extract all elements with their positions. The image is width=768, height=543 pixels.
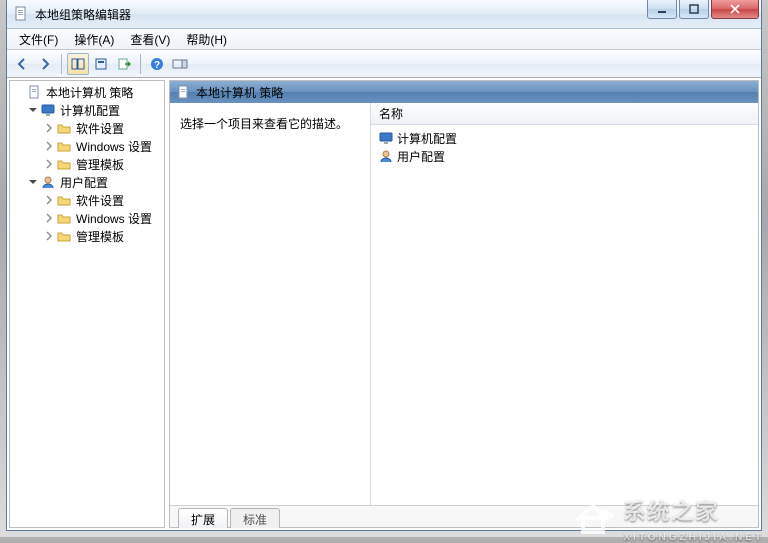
list-item-label: 用户配置 [397, 148, 445, 165]
tab-standard[interactable]: 标准 [230, 508, 280, 528]
action-pane-icon [172, 57, 188, 71]
tree-item[interactable]: 管理模板 [42, 155, 164, 173]
show-hide-tree-icon [71, 57, 85, 71]
tree-node-label: Windows 设置 [74, 210, 154, 227]
tree-node-label: 用户配置 [58, 174, 110, 191]
titlebar: 本地组策略编辑器 [7, 0, 761, 29]
tree-node-label: 软件设置 [74, 192, 126, 209]
toolbar-separator [140, 54, 141, 74]
content-panel: 本地计算机 策略 选择一个项目来查看它的描述。 名称 [169, 80, 759, 528]
arrow-left-icon [15, 57, 29, 71]
toolbar-separator [61, 54, 62, 74]
tree-item[interactable]: 软件设置 [42, 191, 164, 209]
tab-label: 扩展 [191, 511, 215, 528]
properties-icon [94, 57, 108, 71]
document-icon [26, 85, 42, 99]
list-column: 名称 计算机配置 [370, 103, 758, 505]
show-hide-tree-button[interactable] [67, 53, 89, 75]
tree-root-node[interactable]: 本地计算机 策略 [10, 83, 164, 245]
close-button[interactable] [711, 0, 759, 19]
svg-text:?: ? [154, 60, 160, 71]
tree-node-label: 管理模板 [74, 156, 126, 173]
tree-item[interactable]: Windows 设置 [42, 137, 164, 155]
arrow-right-icon [38, 57, 52, 71]
tree-item[interactable]: 软件设置 [42, 119, 164, 137]
expand-icon[interactable] [42, 229, 56, 243]
description-column: 选择一个项目来查看它的描述。 [170, 103, 370, 505]
expand-icon[interactable] [42, 157, 56, 171]
tree-node-label: 软件设置 [74, 120, 126, 137]
content-body: 选择一个项目来查看它的描述。 名称 计算机配置 [170, 103, 758, 505]
document-icon [176, 85, 190, 99]
content-tabs: 扩展 标准 [170, 505, 758, 527]
window-title: 本地组策略编辑器 [35, 6, 131, 23]
maximize-button[interactable] [679, 0, 709, 19]
folder-icon [56, 121, 72, 135]
tree-item[interactable]: Windows 设置 [42, 209, 164, 227]
list-item[interactable]: 计算机配置 [377, 129, 752, 147]
expander-placeholder [12, 85, 26, 99]
tab-label: 标准 [243, 511, 267, 528]
menu-file[interactable]: 文件(F) [11, 29, 66, 50]
computer-icon [379, 131, 393, 145]
folder-icon [56, 139, 72, 153]
tree-node-label: 管理模板 [74, 228, 126, 245]
content-header: 本地计算机 策略 [170, 81, 758, 103]
expand-icon[interactable] [42, 211, 56, 225]
toolbar: ? [7, 50, 761, 78]
description-prompt: 选择一个项目来查看它的描述。 [180, 117, 348, 131]
list-column-header[interactable]: 名称 [371, 103, 758, 125]
computer-icon [40, 103, 56, 117]
list-item-label: 计算机配置 [397, 130, 457, 147]
watermark-url: XITONGZHIJIA.NET [623, 532, 764, 543]
main-window: 本地组策略编辑器 文件(F) 操作(A) 查看(V) 帮助(H) [6, 0, 762, 531]
show-hide-action-pane-button[interactable] [169, 53, 191, 75]
menu-help[interactable]: 帮助(H) [178, 29, 235, 50]
tab-extended[interactable]: 扩展 [178, 508, 228, 528]
menu-action[interactable]: 操作(A) [66, 29, 122, 50]
user-icon [40, 175, 56, 189]
folder-icon [56, 193, 72, 207]
menu-view[interactable]: 查看(V) [122, 29, 178, 50]
window-controls [647, 0, 761, 19]
body-area: 本地计算机 策略 [9, 80, 759, 528]
collapse-icon[interactable] [26, 175, 40, 189]
minimize-button[interactable] [647, 0, 677, 19]
export-icon [117, 57, 131, 71]
expand-icon[interactable] [42, 139, 56, 153]
folder-icon [56, 211, 72, 225]
collapse-icon[interactable] [26, 103, 40, 117]
tree-user-config[interactable]: 用户配置 软件设置 [26, 173, 164, 245]
tree-item[interactable]: 管理模板 [42, 227, 164, 245]
user-icon [379, 149, 393, 163]
export-list-button[interactable] [113, 53, 135, 75]
properties-button[interactable] [90, 53, 112, 75]
tree-node-label: Windows 设置 [74, 138, 154, 155]
help-button[interactable]: ? [146, 53, 168, 75]
tree-node-label: 计算机配置 [58, 102, 122, 119]
content-header-title: 本地计算机 策略 [196, 84, 283, 101]
list-item[interactable]: 用户配置 [377, 147, 752, 165]
folder-icon [56, 229, 72, 243]
tree-root-label: 本地计算机 策略 [44, 84, 135, 101]
column-header-name: 名称 [379, 105, 403, 122]
expand-icon[interactable] [42, 121, 56, 135]
app-icon [13, 6, 29, 22]
forward-button[interactable] [34, 53, 56, 75]
menubar: 文件(F) 操作(A) 查看(V) 帮助(H) [7, 29, 761, 50]
expand-icon[interactable] [42, 193, 56, 207]
help-icon: ? [150, 57, 164, 71]
tree-computer-config[interactable]: 计算机配置 软件设置 [26, 101, 164, 173]
folder-icon [56, 157, 72, 171]
tree-panel: 本地计算机 策略 [9, 80, 165, 528]
back-button[interactable] [11, 53, 33, 75]
